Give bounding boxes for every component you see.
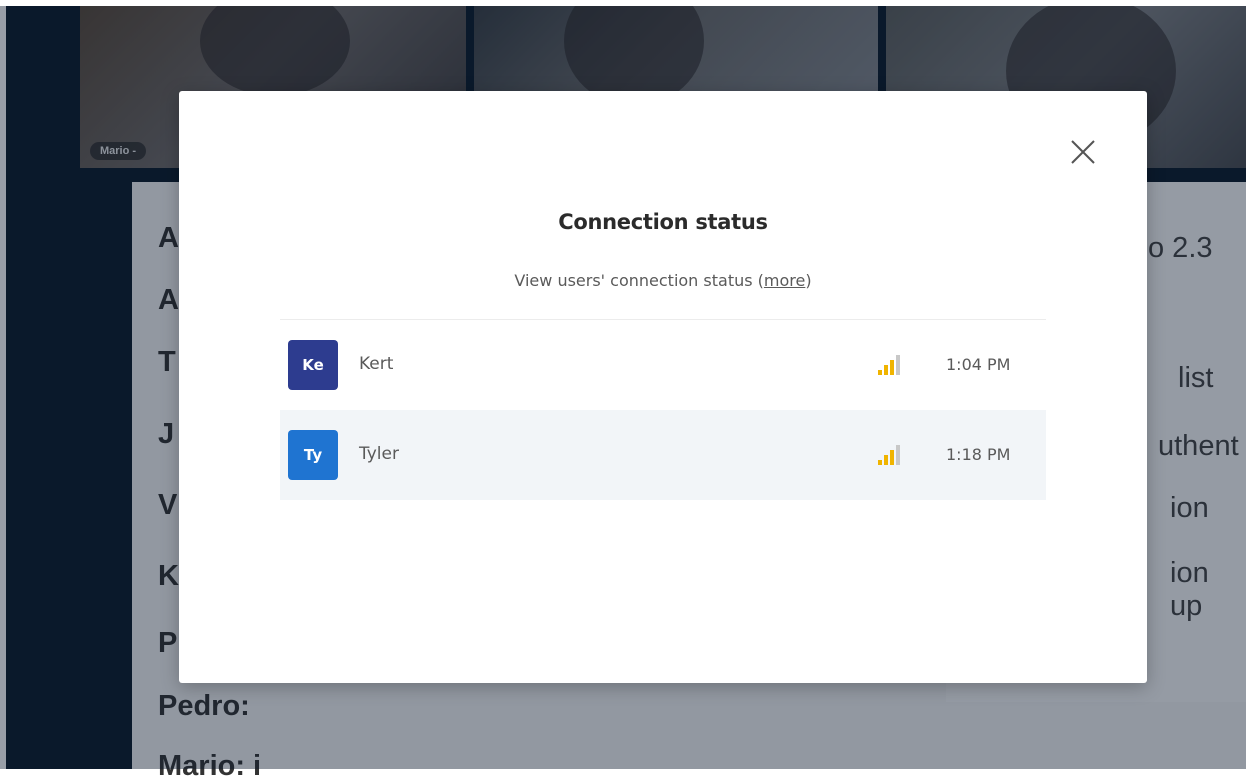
signal-bar <box>884 365 888 375</box>
subtitle-text: View users' connection status <box>514 271 758 290</box>
avatar: Ty <box>288 430 338 480</box>
signal-bar <box>890 360 894 375</box>
user-name: Kert <box>359 354 394 374</box>
avatar: Ke <box>288 340 338 390</box>
signal-bar <box>878 460 882 465</box>
signal-bar <box>896 445 900 465</box>
signal-bar <box>896 355 900 375</box>
signal-bar <box>884 455 888 465</box>
connection-status-dialog: Connection status View users' connection… <box>179 91 1147 683</box>
signal-bar <box>878 370 882 375</box>
close-icon <box>1071 140 1095 164</box>
dialog-subtitle: View users' connection status (more) <box>179 271 1147 290</box>
user-join-time: 1:18 PM <box>946 445 1011 464</box>
user-join-time: 1:04 PM <box>946 355 1011 374</box>
user-name: Tyler <box>359 444 399 464</box>
subtitle-paren: ) <box>805 271 812 290</box>
dialog-title: Connection status <box>558 210 768 234</box>
user-row: Ke Kert 1:04 PM <box>280 320 1046 410</box>
page-margin <box>0 0 1246 6</box>
signal-bar <box>890 450 894 465</box>
user-row: Ty Tyler 1:18 PM <box>280 410 1046 500</box>
signal-strength-icon <box>878 355 900 375</box>
signal-strength-icon <box>878 445 900 465</box>
more-link[interactable]: more <box>764 271 805 290</box>
close-button[interactable] <box>1068 137 1098 167</box>
